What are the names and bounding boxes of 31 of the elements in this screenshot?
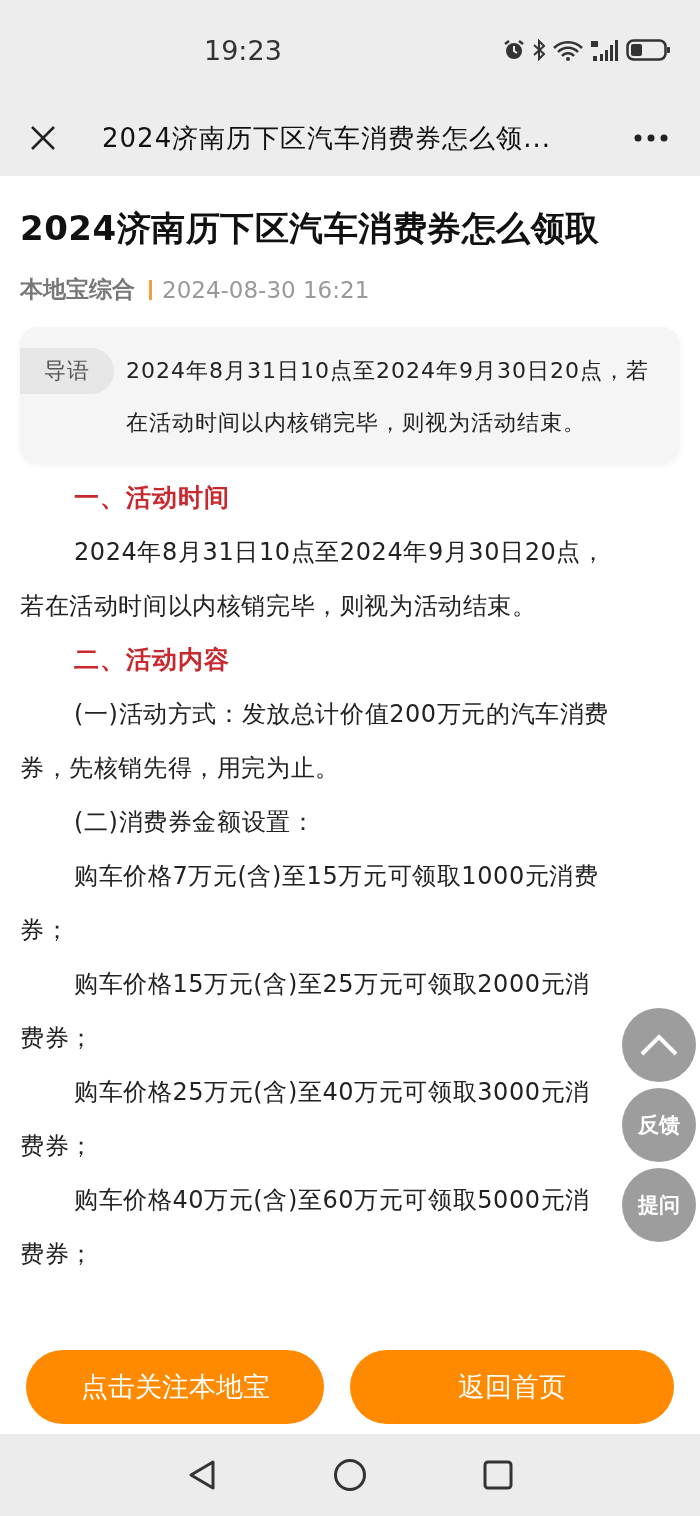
- article-date: 2024-08-30 16:21: [162, 276, 370, 303]
- more-icon[interactable]: [634, 134, 668, 142]
- close-icon[interactable]: [30, 125, 56, 151]
- paragraph: (一)活动方式：发放总计价值200万元的汽车消费券，先核销先得，用完为止。: [20, 699, 610, 784]
- action-button[interactable]: 返回首页: [350, 1350, 674, 1424]
- recents-icon[interactable]: [483, 1460, 513, 1490]
- back-icon[interactable]: [187, 1459, 217, 1491]
- paragraph: 2024年8月31日10点至2024年9月30日20点，若在活动时间以内核销完毕，则视为活动结束。: [20, 537, 607, 622]
- paragraph: 购车价格15万元(含)至25万元可领取2000元消费券；: [20, 969, 591, 1054]
- intro-text: 2024年8月31日10点至2024年9月30日20点，若在活动时间以内核销完毕，则视为活动结束。: [126, 357, 650, 437]
- battery-icon: [626, 38, 672, 62]
- float-button[interactable]: 提问: [622, 1168, 696, 1242]
- article-title: 2024济南历下区汽车消费券怎么领取: [20, 207, 601, 250]
- action-button[interactable]: 点击关注本地宝: [26, 1350, 324, 1424]
- section-heading: 二、活动内容: [73, 644, 231, 676]
- home-icon[interactable]: [333, 1458, 367, 1492]
- section-heading: 一、活动时间: [73, 482, 231, 514]
- paragraph: 购车价格25万元(含)至40万元可领取3000元消费券；: [20, 1077, 591, 1162]
- status-time: 19:23: [204, 34, 282, 66]
- chevron-up-icon: [639, 1033, 679, 1057]
- signal-icon: [590, 38, 620, 62]
- float-button[interactable]: 反馈: [622, 1088, 696, 1162]
- page-title: 2024济南历下区汽车消费券怎么领...: [102, 121, 552, 155]
- paragraph: (二)消费券金额设置：: [73, 807, 317, 838]
- paragraph: 购车价格7万元(含)至15万元可领取1000元消费券；: [20, 861, 600, 946]
- bluetooth-icon: [532, 39, 546, 61]
- paragraph: 购车价格40万元(含)至60万元可领取5000元消费券；: [20, 1185, 591, 1270]
- wifi-icon: [552, 39, 584, 61]
- article-source: 本地宝综合: [20, 275, 135, 304]
- alarm-icon: [502, 39, 526, 61]
- intro-tag: 导语: [20, 348, 114, 394]
